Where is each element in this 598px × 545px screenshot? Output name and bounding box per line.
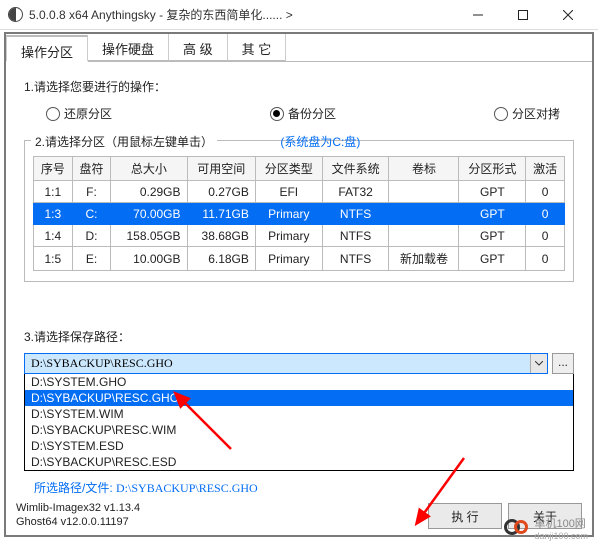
- col-header[interactable]: 激活: [526, 157, 565, 181]
- dropdown-item[interactable]: D:\SYBACKUP\RESC.GHO: [25, 390, 573, 406]
- close-button[interactable]: [545, 0, 590, 30]
- table-row[interactable]: 1:1F:0.29GB0.27GBEFIFAT32 GPT0: [34, 181, 565, 203]
- tab-disk-ops[interactable]: 操作硬盘: [88, 34, 169, 61]
- cell: 0: [526, 203, 565, 225]
- partition-table[interactable]: 序号盘符总大小可用空间分区类型文件系统卷标分区形式激活 1:1F:0.29GB0…: [33, 156, 565, 271]
- cell: 1:1: [34, 181, 73, 203]
- table-row[interactable]: 1:4D:158.05GB38.68GBPrimaryNTFS GPT0: [34, 225, 565, 247]
- col-header[interactable]: 文件系统: [322, 157, 389, 181]
- cell: 38.68GB: [187, 225, 255, 247]
- cell: FAT32: [322, 181, 389, 203]
- section3-label: 3.请选择保存路径：: [24, 328, 580, 345]
- cell: E:: [72, 247, 111, 271]
- cell: 0.27GB: [187, 181, 255, 203]
- cell: D:: [72, 225, 111, 247]
- lib-wimlib: Wimlib-Imagex32 v1.13.4: [16, 501, 140, 515]
- maximize-button[interactable]: [500, 0, 545, 30]
- radio-restore-label: 还原分区: [64, 105, 112, 122]
- col-header[interactable]: 总大小: [111, 157, 187, 181]
- radio-backup[interactable]: 备份分区: [270, 105, 336, 122]
- col-header[interactable]: 可用空间: [187, 157, 255, 181]
- section1-label: 1.请选择您要进行的操作：: [24, 78, 580, 95]
- col-header[interactable]: 分区形式: [459, 157, 526, 181]
- annotation-arrow: [176, 394, 236, 457]
- cell: [389, 181, 459, 203]
- system-disk-note: (系统盘为C:盘): [280, 135, 360, 149]
- cell: C:: [72, 203, 111, 225]
- col-header[interactable]: 卷标: [389, 157, 459, 181]
- cell: 0: [526, 181, 565, 203]
- cell: NTFS: [322, 247, 389, 271]
- radio-copy-label: 分区对拷: [512, 105, 560, 122]
- section2-label: 2.请选择分区（用鼠标左键单击）: [31, 133, 217, 150]
- app-icon: [8, 7, 23, 22]
- dropdown-item[interactable]: D:\SYBACKUP\RESC.WIM: [25, 422, 573, 438]
- cell: 0: [526, 247, 565, 271]
- cell: GPT: [459, 181, 526, 203]
- cell: NTFS: [322, 225, 389, 247]
- cell: Primary: [255, 203, 322, 225]
- cell: Primary: [255, 247, 322, 271]
- cell: [389, 225, 459, 247]
- dropdown-item[interactable]: D:\SYBACKUP\RESC.ESD: [25, 454, 573, 470]
- partition-groupbox: 2.请选择分区（用鼠标左键单击） (系统盘为C:盘) 序号盘符总大小可用空间分区…: [24, 140, 574, 282]
- cell: 6.18GB: [187, 247, 255, 271]
- cell: NTFS: [322, 203, 389, 225]
- radio-backup-label: 备份分区: [288, 105, 336, 122]
- cell: 0.29GB: [111, 181, 187, 203]
- cell: Primary: [255, 225, 322, 247]
- selected-path-label: 所选路径/文件:: [34, 481, 113, 495]
- dropdown-item[interactable]: D:\SYSTEM.ESD: [25, 438, 573, 454]
- window-title: 5.0.0.8 x64 Anythingsky - 复杂的东西简单化......…: [29, 6, 293, 23]
- tab-advanced[interactable]: 高 级: [169, 34, 228, 61]
- cell: GPT: [459, 225, 526, 247]
- tab-other[interactable]: 其 它: [228, 34, 287, 61]
- save-path-combo[interactable]: D:\SYBACKUP\RESC.GHO: [24, 353, 548, 374]
- cell: [389, 203, 459, 225]
- tabstrip: 操作分区 操作硬盘 高 级 其 它: [6, 34, 592, 62]
- cell: 11.71GB: [187, 203, 255, 225]
- table-row[interactable]: 1:5E:10.00GB6.18GBPrimaryNTFS新加载卷GPT0: [34, 247, 565, 271]
- cell: 158.05GB: [111, 225, 187, 247]
- cell: 0: [526, 225, 565, 247]
- selected-path-line: 所选路径/文件: D:\SYBACKUP\RESC.GHO: [34, 479, 564, 496]
- cell: 10.00GB: [111, 247, 187, 271]
- col-header[interactable]: 盘符: [72, 157, 111, 181]
- combo-value: D:\SYBACKUP\RESC.GHO: [25, 354, 530, 373]
- table-row[interactable]: 1:3C:70.00GB11.71GBPrimaryNTFS GPT0: [34, 203, 565, 225]
- col-header[interactable]: 序号: [34, 157, 73, 181]
- radio-restore[interactable]: 还原分区: [46, 105, 112, 122]
- tab-partition-ops[interactable]: 操作分区: [6, 35, 88, 62]
- minimize-button[interactable]: [455, 0, 500, 30]
- title-bar: 5.0.0.8 x64 Anythingsky - 复杂的东西简单化......…: [0, 0, 598, 30]
- cell: 70.00GB: [111, 203, 187, 225]
- path-dropdown[interactable]: D:\SYSTEM.GHOD:\SYBACKUP\RESC.GHOD:\SYST…: [24, 374, 574, 471]
- radio-copy[interactable]: 分区对拷: [494, 105, 560, 122]
- cell: GPT: [459, 247, 526, 271]
- col-header[interactable]: 分区类型: [255, 157, 322, 181]
- browse-button[interactable]: ...: [552, 353, 574, 374]
- library-info: Wimlib-Imagex32 v1.13.4 Ghost64 v12.0.0.…: [16, 501, 140, 529]
- cell: 新加载卷: [389, 247, 459, 271]
- lib-ghost: Ghost64 v12.0.0.11197: [16, 515, 140, 529]
- cell: EFI: [255, 181, 322, 203]
- annotation-arrow: [416, 454, 476, 527]
- dropdown-item[interactable]: D:\SYSTEM.GHO: [25, 374, 573, 390]
- watermark-name: 单机100网: [534, 515, 588, 531]
- dropdown-item[interactable]: D:\SYSTEM.WIM: [25, 406, 573, 422]
- watermark: 单机100网 danji100.com: [504, 515, 588, 541]
- selected-path-value: D:\SYBACKUP\RESC.GHO: [116, 481, 258, 495]
- chevron-down-icon[interactable]: [530, 354, 547, 373]
- cell: 1:5: [34, 247, 73, 271]
- cell: 1:4: [34, 225, 73, 247]
- cell: F:: [72, 181, 111, 203]
- cell: 1:3: [34, 203, 73, 225]
- watermark-url: danji100.com: [534, 531, 588, 541]
- cell: GPT: [459, 203, 526, 225]
